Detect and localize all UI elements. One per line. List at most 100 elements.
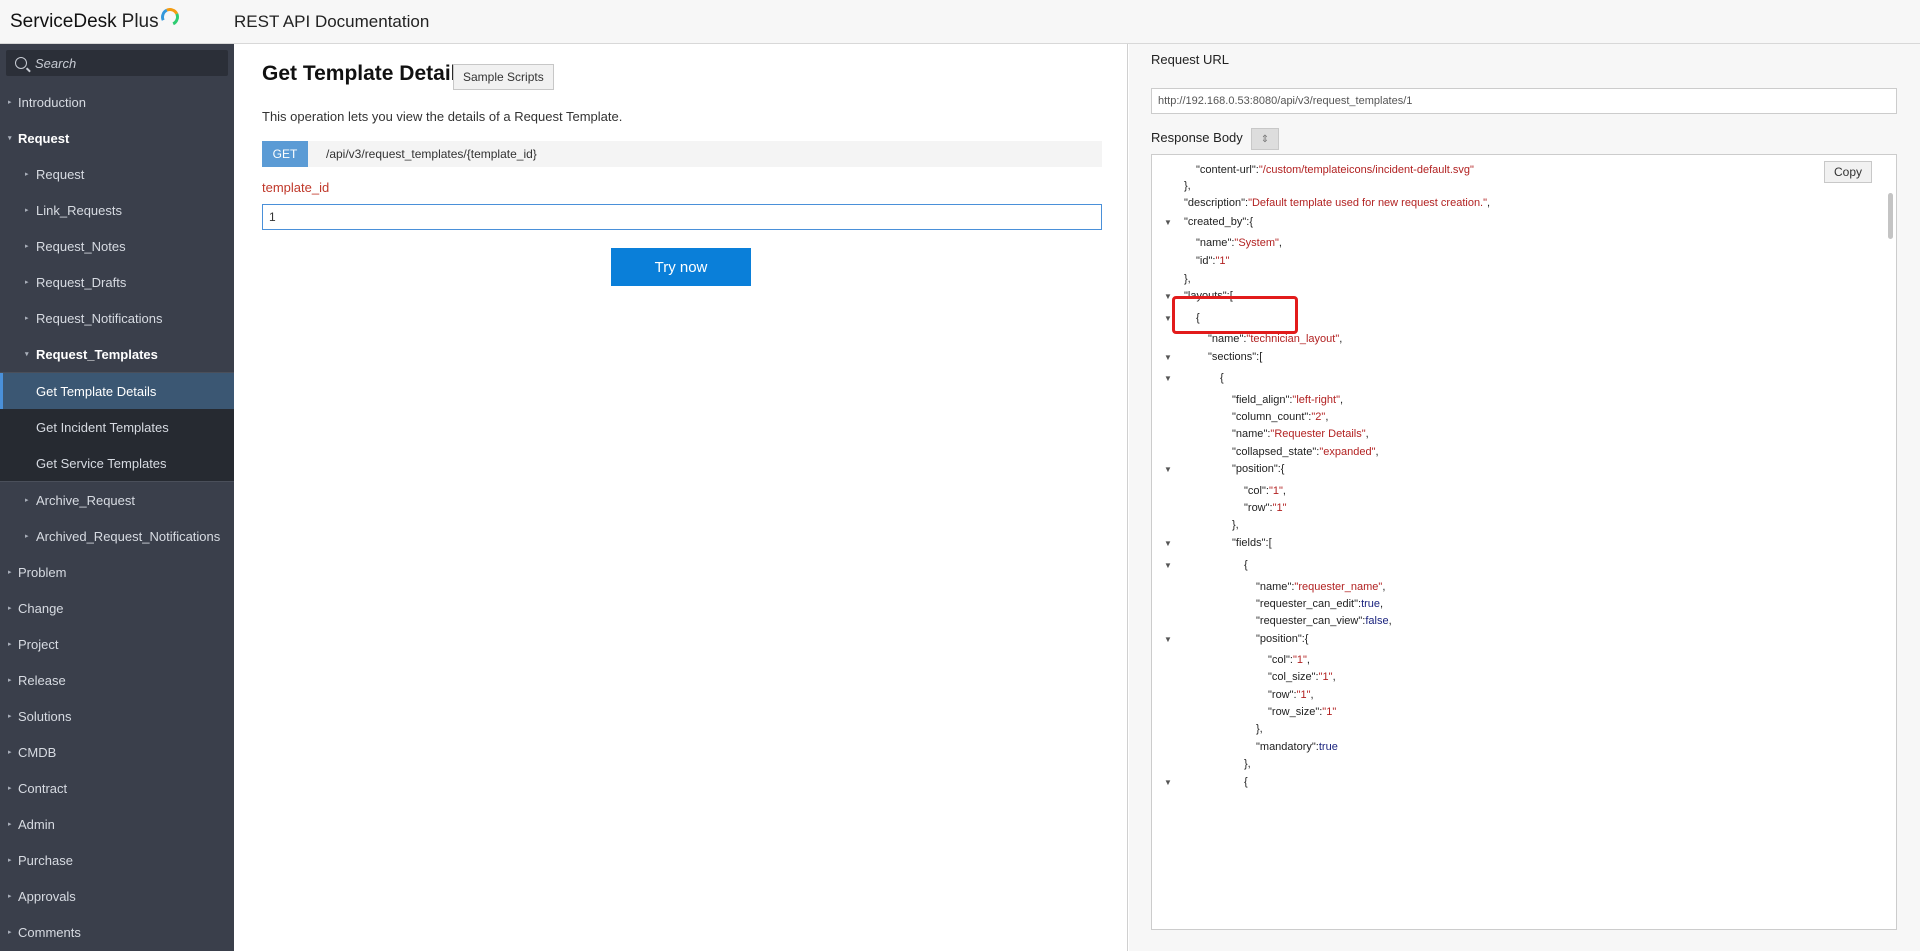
collapse-toggle-icon[interactable]: ▼ (1164, 778, 1172, 787)
json-line: " name ": " requester_name ", (1256, 581, 1386, 593)
json-key: column_count (1235, 411, 1305, 423)
sidebar-item-problem[interactable]: ▸ Problem (0, 554, 234, 590)
collapse-toggle-icon[interactable]: ▼ (1164, 539, 1172, 548)
response-panel: Request URL http://192.168.0.53:8080/api… (1129, 44, 1920, 951)
page-title: REST API Documentation (234, 11, 430, 31)
json-punct: }, (1184, 273, 1191, 285)
json-punct: { (1220, 372, 1224, 384)
bullet-icon: ▸ (25, 243, 29, 250)
collapse-toggle-icon[interactable]: ▼ (1164, 353, 1172, 362)
nav-get-template-details[interactable]: Get Template Details (0, 373, 234, 409)
nav-get-service-templates[interactable]: Get Service Templates (0, 445, 234, 481)
json-line: " requester_can_edit ": true, (1256, 598, 1384, 610)
copy-button[interactable]: Copy (1823, 161, 1872, 183)
sidebar-item-approvals[interactable]: ▸ Approvals (0, 878, 234, 914)
json-value: /custom/templateicons/incident-default.s… (1262, 164, 1471, 176)
search-icon (15, 57, 27, 69)
json-line: ▼{ (1152, 773, 1248, 791)
json-line: " column_count ": " 2 ", (1232, 411, 1329, 423)
collapse-toggle-icon[interactable]: ▼ (1164, 374, 1172, 383)
operation-title: Get Template Details (262, 62, 469, 85)
json-key: content-url (1199, 164, 1252, 176)
sidebar-item-archived-request-notifications[interactable]: ▸ Archived_Request_Notifications (0, 518, 234, 554)
bullet-icon: ▸ (8, 929, 12, 936)
json-line: }, (1152, 516, 1239, 534)
json-key: sections (1211, 351, 1253, 363)
json-line: " name ": " System ", (1196, 237, 1282, 249)
logo-suffix: Plus (121, 10, 159, 32)
scrollbar-thumb[interactable] (1888, 193, 1893, 239)
sidebar-item-request-notes[interactable]: ▸ Request_Notes (0, 228, 234, 264)
json-value: false (1365, 615, 1389, 627)
collapse-toggle-icon[interactable]: ▼ (1164, 314, 1172, 323)
sidebar-item-cmdb[interactable]: ▸ CMDB (0, 734, 234, 770)
json-punct: { (1244, 559, 1248, 571)
json-key: requester_can_view (1259, 615, 1359, 627)
json-key: requester_can_edit (1259, 598, 1355, 610)
sidebar-item-solutions[interactable]: ▸ Solutions (0, 698, 234, 734)
json-key: mandatory (1259, 741, 1312, 753)
bullet-icon: ▾ (8, 135, 12, 142)
sidebar-item-release[interactable]: ▸ Release (0, 662, 234, 698)
json-line: " row ": " 1 ", (1268, 689, 1314, 701)
search-input[interactable]: Search (6, 50, 228, 76)
bullet-icon: ▸ (25, 171, 29, 178)
collapse-toggle-icon[interactable]: ▼ (1164, 465, 1172, 474)
collapse-toggle-icon[interactable]: ▼ (1164, 218, 1172, 227)
template-id-input[interactable] (262, 204, 1102, 230)
bullet-icon: ▾ (25, 351, 29, 358)
json-line: " row_size ": " 1 " (1268, 706, 1337, 718)
logo-arc-icon (158, 4, 182, 29)
bullet-icon: ▸ (25, 279, 29, 286)
param-label: template_id (262, 180, 330, 195)
collapse-toggle-icon[interactable]: ▼ (1164, 635, 1172, 644)
sidebar-item-label: Admin (18, 816, 55, 832)
endpoint-path: /api/v3/request_templates/{template_id} (326, 147, 537, 161)
sidebar-item-label: Link_Requests (36, 202, 122, 218)
nav-get-incident-templates[interactable]: Get Incident Templates (0, 409, 234, 445)
sidebar-item-archive-request[interactable]: ▸ Archive_Request (0, 482, 234, 518)
collapse-toggle-icon[interactable]: ▼ (1164, 292, 1172, 301)
json-line: " col_size ": " 1 ", (1268, 671, 1336, 683)
sidebar-item-comments[interactable]: ▸ Comments (0, 914, 234, 950)
sidebar-item-request[interactable]: ▸ Request (0, 156, 234, 192)
sidebar-item-request[interactable]: ▾ Request (0, 120, 234, 156)
sidebar-item-request-notifications[interactable]: ▸ Request_Notifications (0, 300, 234, 336)
sidebar-item-link-requests[interactable]: ▸ Link_Requests (0, 192, 234, 228)
json-value: left-right (1296, 394, 1337, 406)
json-punct: }, (1244, 758, 1251, 770)
collapse-toggle-icon[interactable]: ▼ (1164, 561, 1172, 570)
sidebar-item-purchase[interactable]: ▸ Purchase (0, 842, 234, 878)
json-key: name (1259, 581, 1288, 593)
sidebar-item-label: Change (18, 600, 64, 616)
sidebar-item-request-drafts[interactable]: ▸ Request_Drafts (0, 264, 234, 300)
servicedesk-logo[interactable]: ServiceDesk Plus (0, 4, 234, 33)
expand-collapse-icon[interactable]: ⇕ (1251, 128, 1279, 150)
json-key: row (1271, 689, 1290, 701)
json-line: ▼ " position ": { (1164, 463, 1285, 475)
sidebar-item-admin[interactable]: ▸ Admin (0, 806, 234, 842)
sidebar-item-change[interactable]: ▸ Change (0, 590, 234, 626)
json-line: " col ": " 1 ", (1268, 654, 1310, 666)
bullet-icon: ▸ (8, 99, 12, 106)
sidebar-item-project[interactable]: ▸ Project (0, 626, 234, 662)
json-key: col (1271, 654, 1286, 666)
sample-scripts-button[interactable]: Sample Scripts (453, 64, 554, 90)
sidebar-item-contract[interactable]: ▸ Contract (0, 770, 234, 806)
sidebar-item-label: Introduction (18, 94, 86, 110)
bullet-icon: ▸ (25, 497, 29, 504)
json-line: " mandatory ": true (1256, 741, 1338, 753)
try-now-button[interactable]: Try now (611, 248, 751, 286)
http-method-badge: GET (262, 141, 308, 167)
json-line: " content-url ": "/custom/templateicons/in… (1196, 164, 1474, 176)
sidebar-item-introduction[interactable]: ▸ Introduction (0, 84, 234, 120)
response-body-label: Response Body (1151, 130, 1243, 145)
json-key: name (1199, 237, 1228, 249)
json-line: " name ": " Requester Details ", (1232, 428, 1369, 440)
response-body[interactable]: " content-url ": "/custom/templateicons/in… (1151, 154, 1897, 930)
request-url-field[interactable]: http://192.168.0.53:8080/api/v3/request_… (1151, 88, 1897, 114)
sidebar-item-label: Approvals (18, 888, 76, 904)
sidebar-item-request-templates[interactable]: ▾ Request_Templates (0, 336, 234, 372)
sidebar-item-label: Request_Templates (36, 346, 158, 362)
json-key: row_size (1271, 706, 1316, 718)
